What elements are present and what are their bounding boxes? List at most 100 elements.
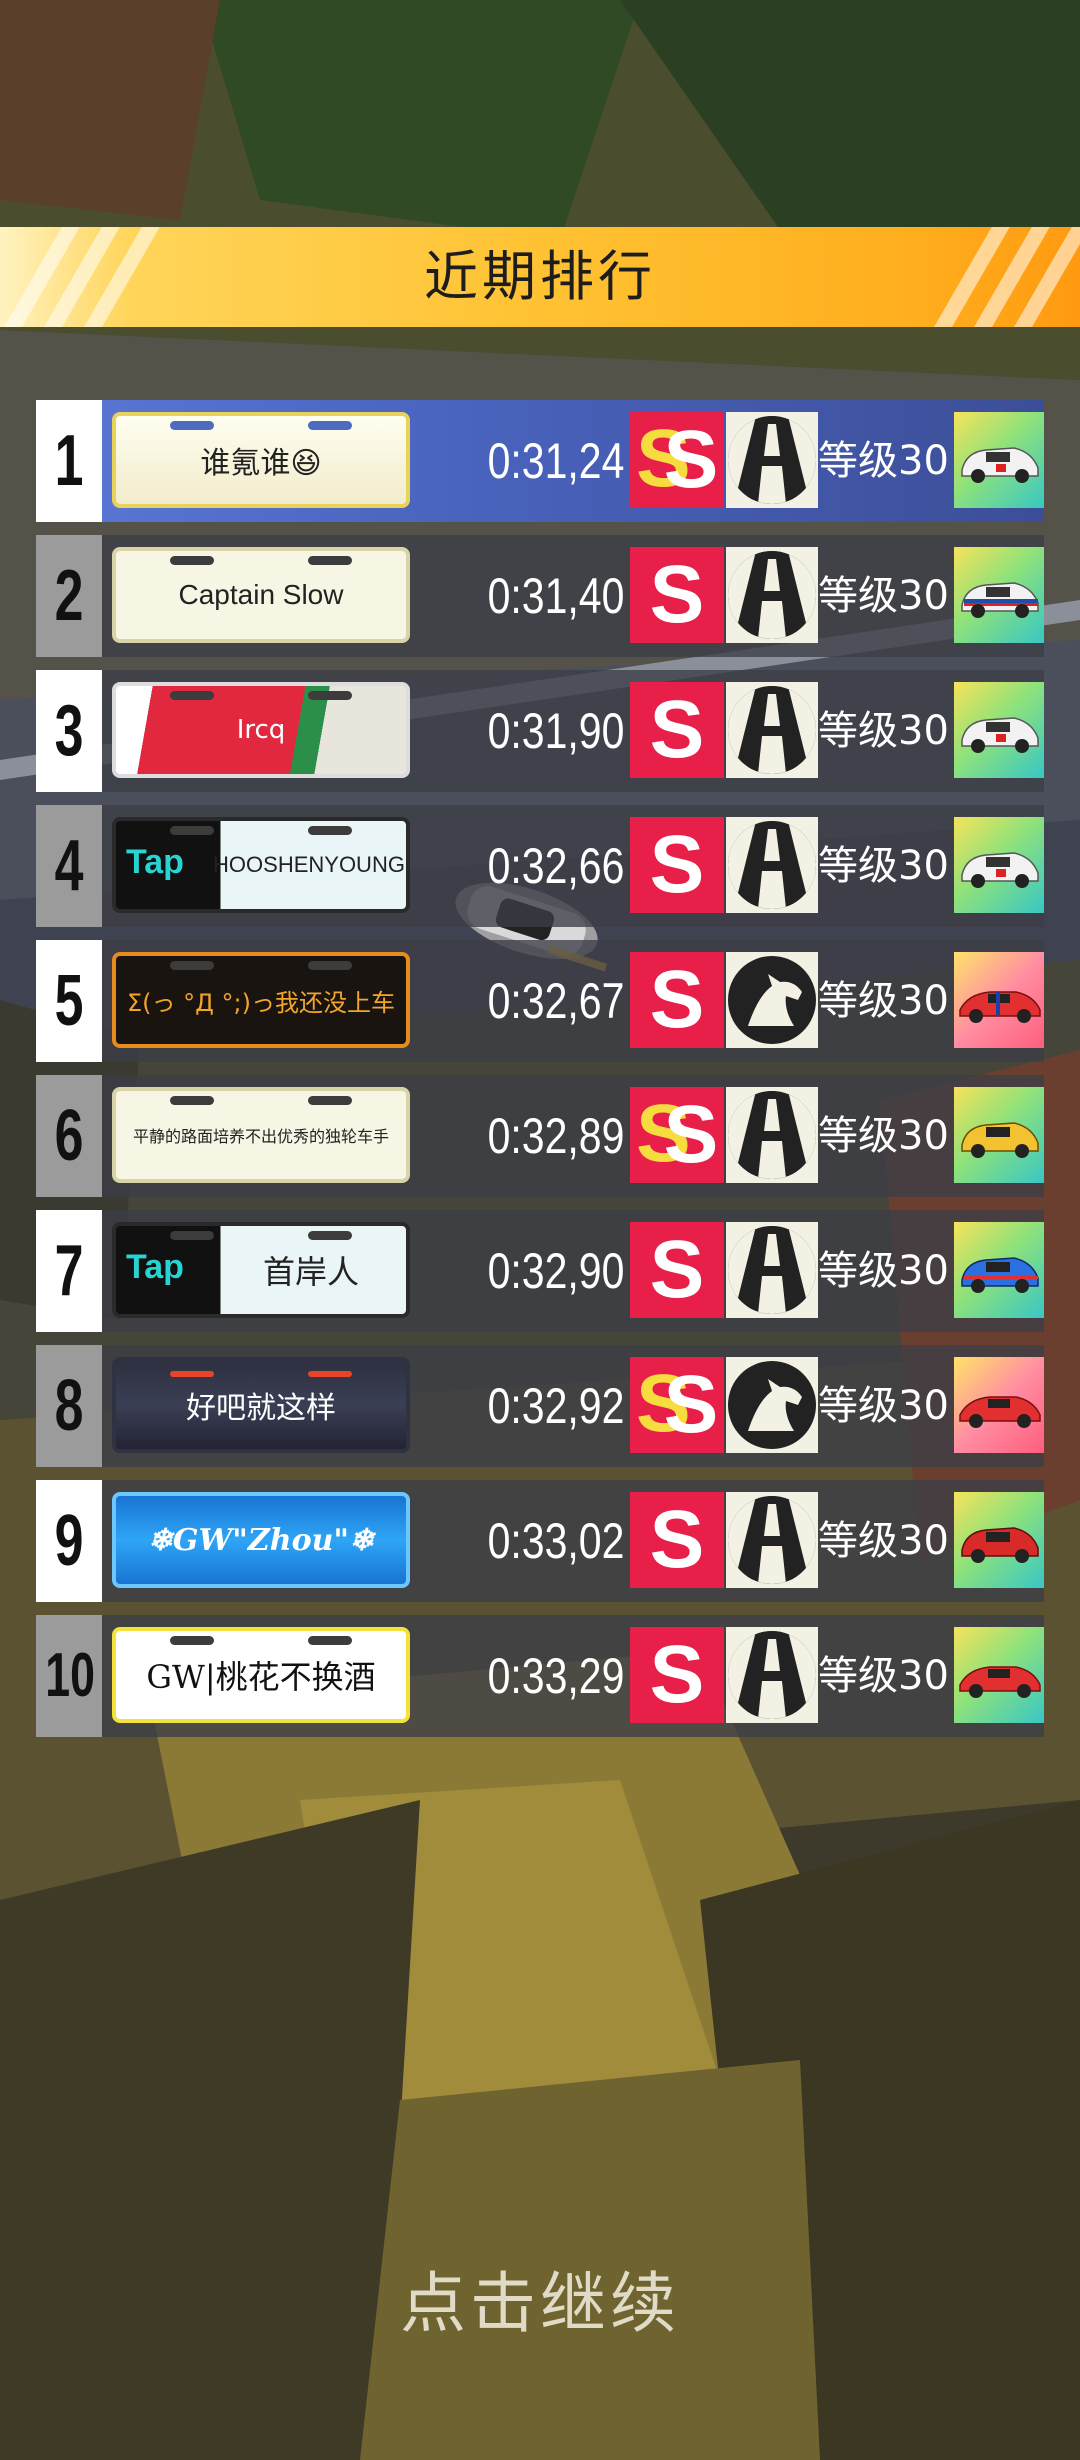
grade-badge-s: S bbox=[630, 1222, 724, 1318]
player-name: Σ(っ °Д °;)っ我还没上车 bbox=[127, 988, 395, 1017]
level-label: 等级30 bbox=[818, 1653, 949, 1699]
level-label: 等级30 bbox=[818, 573, 949, 619]
plate-bolt bbox=[308, 691, 352, 700]
road-icon bbox=[726, 1087, 818, 1183]
car-icon bbox=[961, 1122, 1039, 1158]
grade-s: S bbox=[649, 819, 705, 910]
rank-number: 9 bbox=[54, 1501, 84, 1581]
car-thumbnail bbox=[954, 547, 1044, 643]
car-thumbnail bbox=[954, 952, 1044, 1048]
grade-badge-s: S bbox=[630, 817, 724, 913]
rank-number: 10 bbox=[45, 1641, 95, 1710]
grade-s: S bbox=[649, 954, 705, 1045]
rank-number: 1 bbox=[54, 421, 84, 501]
plate-bolt bbox=[170, 1371, 214, 1377]
grade-s: S bbox=[649, 684, 705, 775]
leaderboard-row[interactable]: 2 Captain Slow 0:31,40 S 等级30 bbox=[36, 535, 1044, 657]
lap-time: 0:31,24 bbox=[487, 433, 625, 489]
grade-badge-s: S bbox=[630, 1627, 724, 1723]
level-label: 等级30 bbox=[818, 708, 949, 754]
grade-s: S bbox=[649, 1224, 705, 1315]
plate-bolt bbox=[308, 556, 352, 565]
rank-number: 5 bbox=[54, 961, 84, 1041]
level-label: 等级30 bbox=[818, 438, 949, 484]
grade-badge-s: S bbox=[630, 952, 724, 1048]
grade-s: S bbox=[649, 549, 705, 640]
leaderboard-row[interactable]: 9 ❄GW"Zhou"❄ 0:33,02 S 等级30 bbox=[36, 1480, 1044, 1602]
rank-number: 2 bbox=[54, 556, 84, 636]
car-thumbnail bbox=[954, 1492, 1044, 1588]
car-thumbnail bbox=[954, 412, 1044, 508]
car-thumbnail bbox=[954, 817, 1044, 913]
car-icon bbox=[961, 717, 1039, 753]
horse-icon bbox=[726, 952, 818, 1048]
lap-time: 0:32,89 bbox=[487, 1108, 625, 1164]
title-banner: 近期排行 bbox=[0, 227, 1080, 327]
rank-number: 8 bbox=[54, 1366, 84, 1446]
plate-bolt bbox=[170, 826, 214, 835]
car-icon bbox=[961, 582, 1039, 618]
lap-time: 0:32,66 bbox=[487, 838, 625, 894]
plate-bolt bbox=[308, 961, 352, 970]
plate-bolt bbox=[170, 1231, 214, 1240]
car-icon bbox=[961, 447, 1039, 483]
player-name: Captain Slow bbox=[178, 579, 344, 610]
lap-time: 0:33,02 bbox=[487, 1513, 625, 1569]
leaderboard-row[interactable]: 4 Tap HOOSHENYOUNG 0:32,66 S 等级30 bbox=[36, 805, 1044, 927]
leaderboard-row[interactable]: 8 好吧就这样 0:32,92 SS 等级30 bbox=[36, 1345, 1044, 1467]
lap-time: 0:32,90 bbox=[487, 1243, 625, 1299]
page-title: 近期排行 bbox=[424, 245, 656, 308]
leaderboard-row[interactable]: 5 Σ(っ °Д °;)っ我还没上车 0:32,67 S 等级30 bbox=[36, 940, 1044, 1062]
leaderboard-row[interactable]: 10 GW|桃花不换酒 0:33,29 S 等级30 bbox=[36, 1615, 1044, 1737]
player-name: 首岸人 bbox=[262, 1253, 359, 1291]
plate-bolt bbox=[308, 826, 352, 835]
player-name: HOOSHENYOUNG bbox=[213, 852, 405, 877]
leaderboard-row[interactable]: 7 Tap 首岸人 0:32,90 S 等级30 bbox=[36, 1210, 1044, 1332]
plate-bolt bbox=[308, 421, 352, 430]
car-icon bbox=[959, 1666, 1041, 1698]
rank-number: 6 bbox=[54, 1096, 84, 1176]
rank-number: 7 bbox=[54, 1231, 84, 1311]
plate-bolt bbox=[308, 1636, 352, 1645]
player-name: 好吧就这样 bbox=[186, 1391, 336, 1426]
car-thumbnail bbox=[954, 1627, 1044, 1723]
lap-time: 0:31,90 bbox=[487, 703, 625, 759]
player-name: GW|桃花不换酒 bbox=[146, 1658, 376, 1696]
license-plate: 平静的路面培养不出优秀的独轮车手 bbox=[112, 1087, 410, 1183]
player-name: 平静的路面培养不出优秀的独轮车手 bbox=[132, 1127, 389, 1146]
car-icon bbox=[961, 1257, 1039, 1293]
license-plate: Tap HOOSHENYOUNG bbox=[112, 817, 410, 913]
leaderboard-row[interactable]: 3 Ircq 0:31,90 S 等级30 bbox=[36, 670, 1044, 792]
grade-badge-s: S bbox=[630, 1492, 724, 1588]
grade-badge-ss: SS bbox=[630, 1087, 724, 1183]
tap-logo: Tap bbox=[126, 843, 184, 881]
car-thumbnail bbox=[954, 1087, 1044, 1183]
plate-bolt bbox=[308, 1231, 352, 1240]
car-icon bbox=[961, 852, 1039, 888]
grade-badge-s: S bbox=[630, 682, 724, 778]
leaderboard-row[interactable]: 1 谁氪谁😆 0:31,24 SS 等级30 bbox=[36, 400, 1044, 522]
license-plate: Σ(っ °Д °;)っ我还没上车 bbox=[112, 952, 410, 1048]
level-label: 等级30 bbox=[818, 1383, 949, 1429]
rank-number: 4 bbox=[54, 826, 84, 906]
lap-time: 0:32,67 bbox=[487, 973, 625, 1029]
grade-s: S bbox=[663, 414, 719, 505]
horse-icon bbox=[726, 1357, 818, 1453]
plate-bolt bbox=[170, 1096, 214, 1105]
leaderboard-row[interactable]: 6 平静的路面培养不出优秀的独轮车手 0:32,89 SS 等级30 bbox=[36, 1075, 1044, 1197]
car-thumbnail bbox=[954, 1222, 1044, 1318]
license-plate: GW|桃花不换酒 bbox=[112, 1627, 410, 1723]
license-plate: Ircq bbox=[112, 682, 410, 778]
road-icon bbox=[726, 1222, 818, 1318]
plate-bolt bbox=[170, 691, 214, 700]
car-thumbnail bbox=[954, 1357, 1044, 1453]
road-icon bbox=[726, 547, 818, 643]
grade-s: S bbox=[663, 1359, 719, 1450]
tap-to-continue-button[interactable]: 点击继续 bbox=[0, 2250, 1080, 2346]
car-icon bbox=[961, 1527, 1039, 1563]
level-label: 等级30 bbox=[818, 1518, 949, 1564]
level-label: 等级30 bbox=[818, 1113, 949, 1159]
car-icon bbox=[959, 1396, 1041, 1428]
license-plate: 谁氪谁😆 bbox=[112, 412, 410, 508]
grade-badge-ss: SS bbox=[630, 1357, 724, 1453]
